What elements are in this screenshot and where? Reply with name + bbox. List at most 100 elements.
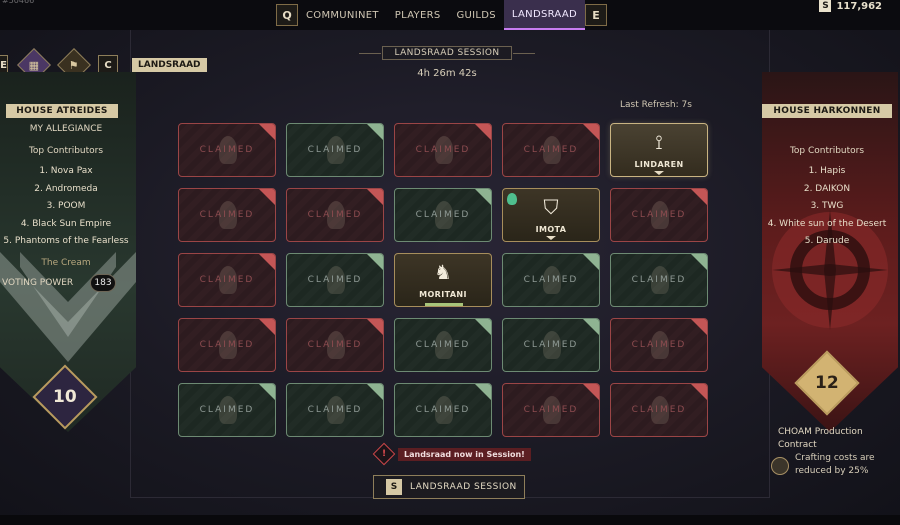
refresh-value: 7s [681,100,692,110]
claimed-label: CLAIMED [523,145,579,155]
territory-tile[interactable]: CLAIMED [286,253,384,307]
house-crest-icon: ♞ [434,260,452,284]
tab-nav: Q COMMUNINET PLAYERS GUILDS LANDSRAAD E [276,0,607,30]
tab-communinet[interactable]: COMMUNINET [298,0,387,30]
tab-guilds[interactable]: GUILDS [448,0,503,30]
list-item: 3. POOM [46,201,86,211]
territory-tile[interactable]: CLAIMED [610,188,708,242]
house-crest-icon: ⟟ [655,130,663,154]
landsraad-session-button[interactable]: S LANDSRAAD SESSION [373,475,525,499]
claimed-label: CLAIMED [307,405,363,415]
claim-corner-marker [475,319,491,335]
claimed-label: CLAIMED [631,210,687,220]
next-tab-key[interactable]: E [585,4,607,26]
claimed-label: CLAIMED [307,275,363,285]
alert-text: Landsraad now in Session! [398,447,531,461]
harkonnen-contributors-list: 1. Hapis 2. DAIKON 3. TWG 4. White sun o… [760,163,894,251]
territory-tile[interactable]: CLAIMED [178,188,276,242]
landsraad-grid: CLAIMED CLAIMED CLAIMED CLAIMED ⟟ LINDAREN CLA… [178,123,708,438]
voting-power-value: 183 [90,274,116,292]
territory-tile[interactable]: CLAIMED [286,318,384,372]
progress-bar [425,303,463,306]
territory-tile[interactable]: CLAIMED [502,123,600,177]
claimed-label: CLAIMED [415,405,471,415]
guild-name: The Cream [41,258,91,268]
territory-tile[interactable]: CLAIMED [394,188,492,242]
claim-corner-marker [583,254,599,270]
territory-tile[interactable]: CLAIMED [502,383,600,437]
reward-title: CHOAM Production Contract [778,427,863,450]
claim-corner-marker [259,124,275,140]
claimed-label: CLAIMED [631,340,687,350]
session-timer: 4h 26m 42s [417,68,477,79]
atreides-contributors-title: Top Contributors [28,146,104,156]
territory-tile[interactable]: CLAIMED [394,318,492,372]
session-alert: ! Landsraad now in Session! [372,442,531,466]
territory-tile[interactable]: CLAIMED [178,253,276,307]
house-name: LINDAREN [634,160,684,169]
claim-corner-marker [691,384,707,400]
territory-tile[interactable]: CLAIMED [394,383,492,437]
house-name: MORITANI [419,290,467,299]
territory-tile[interactable]: ♞ MORITANI [394,253,492,307]
solari-icon: S [819,0,832,12]
last-refresh: Last Refresh: 7s [620,100,692,110]
list-item: 3. TWG [810,201,844,211]
tab-landsraad[interactable]: LANDSRAAD [503,0,585,30]
territory-tile[interactable]: ⛉ IMOTA [502,188,600,242]
list-item: 1. Nova Pax [39,166,93,176]
list-item: 5. Phantoms of the Fearless [3,236,129,246]
territory-tile[interactable]: CLAIMED [286,383,384,437]
claimed-label: CLAIMED [199,275,255,285]
claimed-label: CLAIMED [307,210,363,220]
claim-corner-marker [367,384,383,400]
currency-value: 117,962 [836,0,882,12]
claim-corner-marker [475,189,491,205]
claim-corner-marker [259,189,275,205]
prev-tab-key[interactable]: Q [276,4,298,26]
claimed-label: CLAIMED [307,340,363,350]
claimed-label: CLAIMED [415,340,471,350]
territory-tile[interactable]: CLAIMED [610,318,708,372]
harkonnen-contributors-title: Top Contributors [789,146,865,156]
claim-corner-marker [691,319,707,335]
claim-corner-marker [367,189,383,205]
territory-tile[interactable]: CLAIMED [178,318,276,372]
atreides-house-tag: HOUSE ATREIDES [6,104,118,118]
claim-corner-marker [475,384,491,400]
territory-tile[interactable]: CLAIMED [610,383,708,437]
claim-corner-marker [259,384,275,400]
claim-corner-marker [367,254,383,270]
territory-tile[interactable]: CLAIMED [502,253,600,307]
top-navigation-bar: #50466 Q COMMUNINET PLAYERS GUILDS LANDS… [0,0,900,30]
territory-tile[interactable]: CLAIMED [286,123,384,177]
claimed-label: CLAIMED [631,405,687,415]
list-item: 2. DAIKON [803,183,851,194]
territory-tile[interactable]: CLAIMED [178,383,276,437]
territory-tile[interactable]: CLAIMED [394,123,492,177]
choam-icon [771,457,789,475]
claimed-label: CLAIMED [199,340,255,350]
territory-tile[interactable]: ⟟ LINDAREN [610,123,708,177]
territory-tile[interactable]: CLAIMED [610,253,708,307]
chevron-down-icon [654,171,664,175]
user-id: #50466 [2,0,35,5]
claimed-label: CLAIMED [415,145,471,155]
list-item: 5. Darude [804,236,850,246]
territory-tile[interactable]: CLAIMED [178,123,276,177]
claim-corner-marker [259,319,275,335]
claim-corner-marker [691,189,707,205]
list-item: 4. White sun of the Desert [767,218,887,229]
territory-tile[interactable]: CLAIMED [502,318,600,372]
list-item: 2. Andromeda [34,183,98,194]
session-key: S [386,479,402,495]
chevron-down-icon [546,236,556,240]
house-crest-icon: ⛉ [543,195,559,219]
tab-players[interactable]: PLAYERS [387,0,449,30]
claimed-label: CLAIMED [523,405,579,415]
claimed-label: CLAIMED [523,340,579,350]
list-item: 1. Hapis [808,166,846,176]
territory-tile[interactable]: CLAIMED [286,188,384,242]
list-item: 4. Black Sun Empire [20,218,112,229]
bottom-bar [0,515,900,525]
